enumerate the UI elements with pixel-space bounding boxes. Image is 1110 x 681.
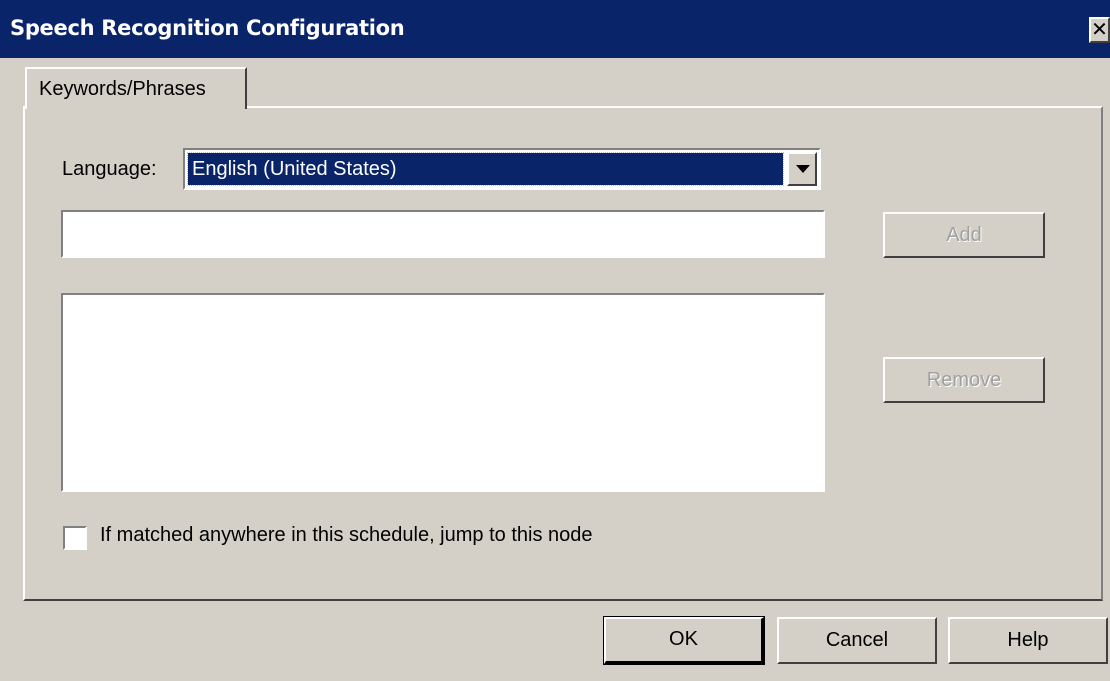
add-button[interactable]: Add — [883, 212, 1045, 258]
language-selected-value: English (United States) — [187, 152, 784, 186]
speech-recognition-dialog: Speech Recognition Configuration ✕ Keywo… — [0, 0, 1110, 681]
title-bar[interactable]: Speech Recognition Configuration ✕ — [0, 0, 1110, 58]
phrase-input[interactable] — [61, 210, 825, 258]
window-title: Speech Recognition Configuration — [10, 16, 405, 40]
ok-button[interactable]: OK — [603, 616, 765, 665]
close-button[interactable]: ✕ — [1089, 17, 1110, 43]
jump-to-node-checkbox[interactable] — [63, 526, 87, 550]
close-icon: ✕ — [1091, 17, 1108, 41]
cancel-button[interactable]: Cancel — [777, 617, 937, 664]
language-select[interactable]: English (United States) — [183, 148, 821, 190]
tab-label: Keywords/Phrases — [39, 78, 206, 100]
tab-keywords-phrases[interactable]: Keywords/Phrases — [25, 67, 247, 109]
help-button[interactable]: Help — [948, 617, 1108, 664]
language-label: Language: — [62, 158, 157, 180]
jump-to-node-label[interactable]: If matched anywhere in this schedule, ju… — [100, 524, 593, 547]
remove-button[interactable]: Remove — [883, 357, 1045, 403]
phrase-list[interactable] — [61, 293, 825, 492]
chevron-down-icon[interactable] — [787, 152, 817, 186]
